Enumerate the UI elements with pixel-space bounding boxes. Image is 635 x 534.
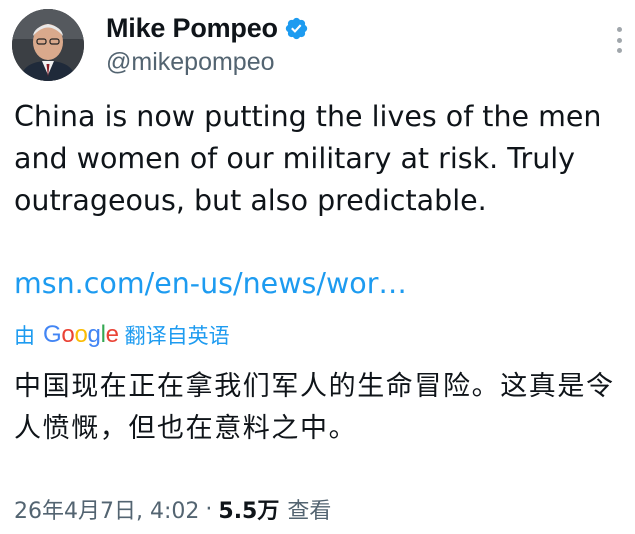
views-label: 查看 <box>287 499 332 524</box>
translated-by-label: 由 <box>14 324 35 348</box>
more-dot <box>616 27 622 32</box>
tweet-meta: 26年4月7日, 4:02 · 5.5万 查看 <box>14 491 331 527</box>
more-options-icon[interactable] <box>615 27 623 53</box>
more-dot <box>616 48 622 53</box>
display-name[interactable]: Mike Pompeo <box>106 13 278 44</box>
name-row: Mike Pompeo <box>106 12 309 44</box>
handle[interactable]: @mikepompeo <box>106 48 309 77</box>
google-logo-letter: o <box>61 321 75 348</box>
google-logo-letter: e <box>105 321 119 348</box>
avatar-image <box>12 9 84 81</box>
google-logo-letter: g <box>87 321 101 348</box>
tweet-link[interactable]: msn.com/en-us/news/wor… <box>14 263 407 305</box>
google-logo: Google <box>43 321 119 349</box>
google-logo-letter: o <box>74 321 88 348</box>
views-count: 5.5万 <box>218 499 280 524</box>
meta-separator: · <box>205 496 213 522</box>
avatar[interactable] <box>12 9 84 81</box>
author-info: Mike Pompeo @mikepompeo <box>106 12 309 77</box>
verified-badge-icon[interactable] <box>284 16 309 41</box>
google-logo-letter: G <box>43 321 62 348</box>
translation-attribution[interactable]: 由 Google 翻译自英语 <box>14 318 230 352</box>
tweet-header: Mike Pompeo @mikepompeo <box>12 9 623 83</box>
more-dot <box>616 37 622 43</box>
tweet-text: China is now putting the lives of the me… <box>14 100 602 217</box>
translated-from-label: 翻译自英语 <box>124 324 230 348</box>
timestamp[interactable]: 26年4月7日, 4:02 <box>14 493 199 525</box>
translated-text: 中国现在正在拿我们军人的生命冒险。这真是令人愤慨，但也在意料之中。 <box>14 371 615 444</box>
